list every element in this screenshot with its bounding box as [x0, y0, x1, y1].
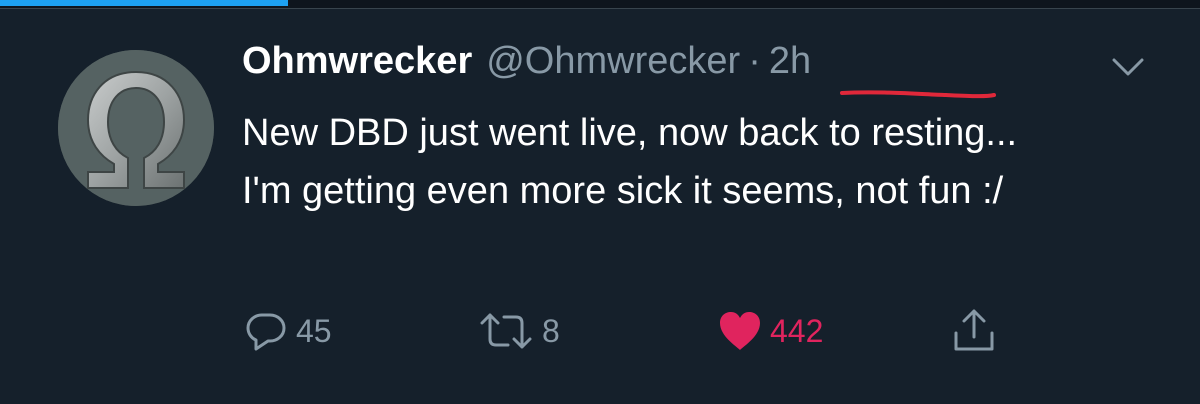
user-handle[interactable]: @Ohmwrecker	[486, 40, 740, 83]
chevron-down-icon[interactable]	[1110, 52, 1146, 80]
tweet-text: New DBD just went live, now back to rest…	[242, 112, 1018, 212]
share-button[interactable]	[950, 306, 998, 356]
like-button[interactable]: 442	[718, 306, 823, 356]
separator-dot: ·	[748, 40, 761, 82]
tweet-actions: 45 8 442	[0, 306, 1200, 356]
reply-icon	[246, 313, 286, 351]
reply-button[interactable]: 45	[244, 306, 332, 356]
like-count: 442	[770, 312, 824, 349]
retweet-icon	[480, 313, 532, 349]
omega-avatar-icon	[58, 50, 214, 206]
timestamp[interactable]: 2h	[769, 40, 811, 83]
heart-icon	[720, 312, 760, 350]
tweet-header: Ohmwrecker @Ohmwrecker · 2h	[242, 40, 811, 100]
display-name[interactable]: Ohmwrecker	[242, 40, 472, 83]
share-icon	[954, 309, 994, 351]
loading-progress-bar	[0, 0, 288, 6]
retweet-count: 8	[542, 312, 560, 349]
retweet-button[interactable]: 8	[478, 306, 560, 356]
avatar[interactable]	[58, 50, 214, 206]
reply-count: 45	[296, 312, 332, 349]
red-underline-annotation	[840, 90, 996, 99]
